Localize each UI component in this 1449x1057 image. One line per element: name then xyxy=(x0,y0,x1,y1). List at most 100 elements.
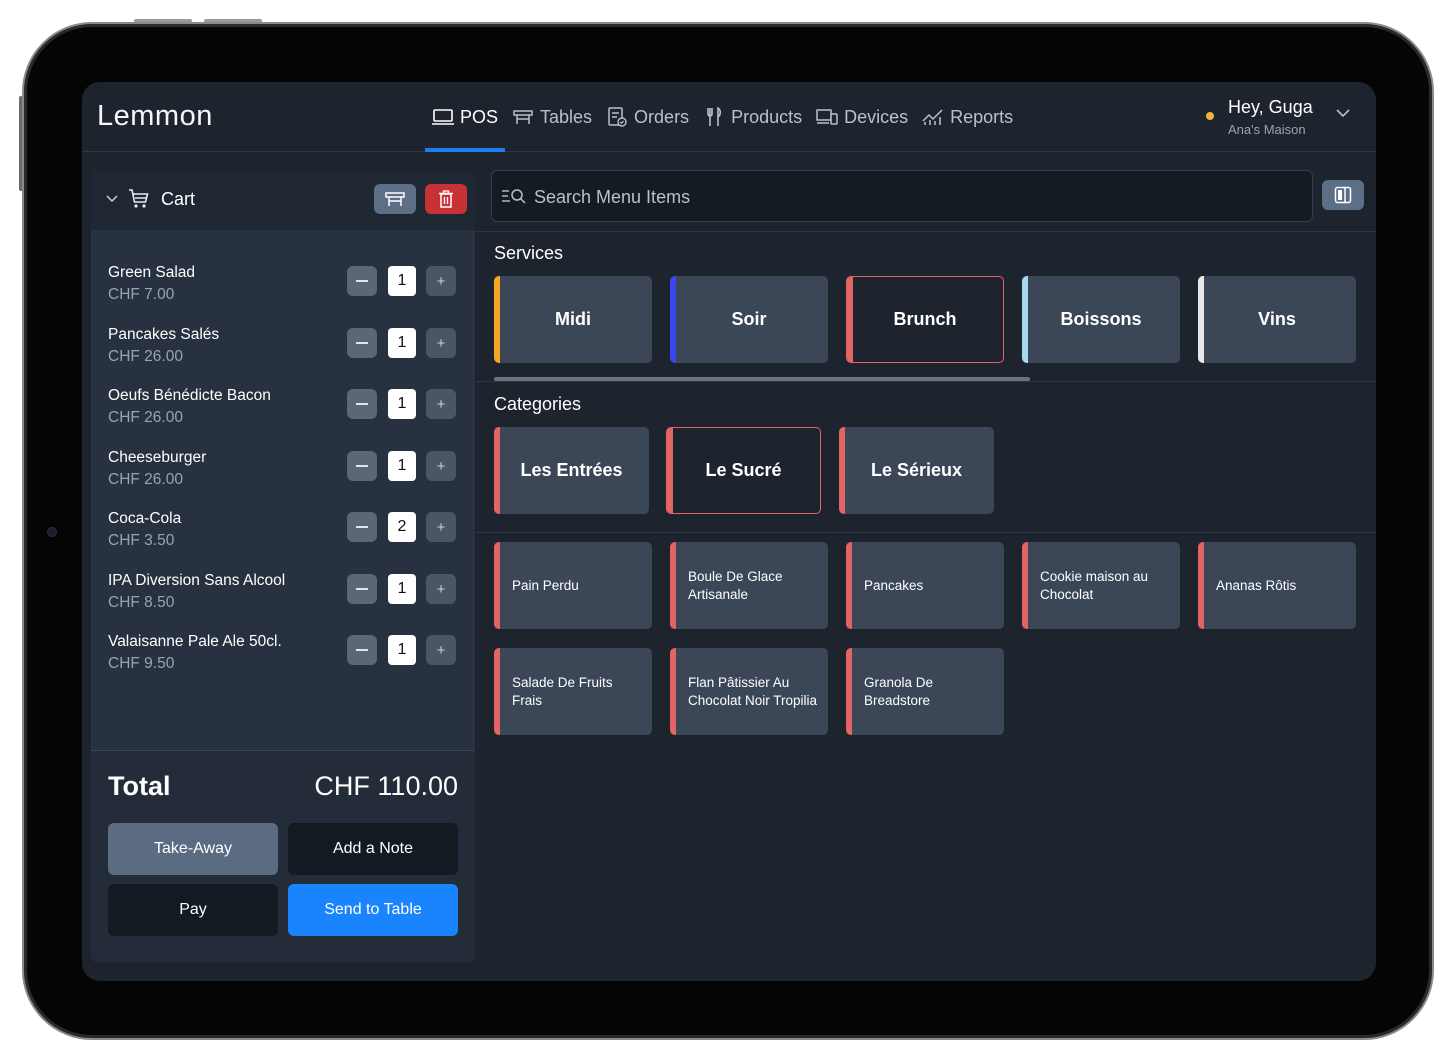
nav-products-label: Products xyxy=(731,106,803,127)
trash-icon xyxy=(439,190,453,208)
color-bar xyxy=(670,648,676,735)
cart-item: Coca-Cola CHF 3.50 2 + xyxy=(108,510,463,562)
minus-icon xyxy=(356,526,368,528)
chevron-down-icon[interactable] xyxy=(1332,102,1354,124)
cart-footer: Total CHF 110.00 Take-Away Add a Note Pa… xyxy=(91,750,475,962)
color-bar xyxy=(667,428,673,513)
increase-qty-button[interactable]: + xyxy=(426,266,456,296)
service-label: Boissons xyxy=(1060,309,1142,329)
add-note-button[interactable]: Add a Note xyxy=(288,823,458,875)
service-vins[interactable]: Vins xyxy=(1198,276,1356,363)
category-le-serieux[interactable]: Le Sérieux xyxy=(839,427,994,514)
service-label: Brunch xyxy=(893,309,957,329)
category-label: Le Sucré xyxy=(705,460,782,480)
cart-item-name: Pancakes Salés xyxy=(108,326,220,343)
nav-devices[interactable]: Devices xyxy=(809,82,915,152)
decrease-qty-button[interactable] xyxy=(347,512,377,542)
product-tile[interactable]: Cookie maison au Chocolat xyxy=(1022,542,1180,629)
product-label: Boule De Glace Artisanale xyxy=(688,568,783,602)
product-label: Cookie maison au Chocolat xyxy=(1040,568,1149,602)
cart-item-price: CHF 3.50 xyxy=(108,532,175,549)
nav-devices-label: Devices xyxy=(844,106,909,127)
decrease-qty-button[interactable] xyxy=(347,328,377,358)
cart-item: Pancakes Salés CHF 26.00 1 + xyxy=(108,326,463,378)
qty-value[interactable]: 1 xyxy=(388,451,416,481)
service-boissons[interactable]: Boissons xyxy=(1022,276,1180,363)
service-label: Soir xyxy=(731,309,767,329)
product-tile[interactable]: Pain Perdu xyxy=(494,542,652,629)
send-to-table-button[interactable]: Send to Table xyxy=(288,884,458,936)
color-bar xyxy=(670,542,676,629)
increase-qty-button[interactable]: + xyxy=(426,635,456,665)
columns-icon xyxy=(1334,186,1352,204)
decrease-qty-button[interactable] xyxy=(347,635,377,665)
minus-icon xyxy=(356,342,368,344)
qty-value[interactable]: 2 xyxy=(388,512,416,542)
increase-qty-button[interactable]: + xyxy=(426,574,456,604)
cart-item: Valaisanne Pale Ale 50cl. CHF 9.50 1 + xyxy=(108,633,463,685)
table-icon xyxy=(512,106,534,128)
cart-item: Cheeseburger CHF 26.00 1 + xyxy=(108,449,463,501)
decrease-qty-button[interactable] xyxy=(347,389,377,419)
increase-qty-button[interactable]: + xyxy=(426,389,456,419)
decrease-qty-button[interactable] xyxy=(347,451,377,481)
cart-item-name: IPA Diversion Sans Alcool xyxy=(108,572,286,589)
laptop-icon xyxy=(432,106,454,128)
service-midi[interactable]: Midi xyxy=(494,276,652,363)
nav-orders-label: Orders xyxy=(634,106,690,127)
collapse-chevron-icon[interactable] xyxy=(105,191,119,210)
pay-button[interactable]: Pay xyxy=(108,884,278,936)
color-bar xyxy=(670,276,676,363)
divider xyxy=(476,532,1376,533)
decrease-qty-button[interactable] xyxy=(347,574,377,604)
increase-qty-button[interactable]: + xyxy=(426,328,456,358)
qty-value[interactable]: 1 xyxy=(388,574,416,604)
cart-item-name: Green Salad xyxy=(108,264,196,281)
nav-reports[interactable]: Reports xyxy=(915,82,1020,152)
service-brunch[interactable]: Brunch xyxy=(846,276,1004,363)
increase-qty-button[interactable]: + xyxy=(426,451,456,481)
minus-icon xyxy=(356,649,368,651)
cart-item-price: CHF 9.50 xyxy=(108,655,175,672)
color-bar xyxy=(494,648,500,735)
color-bar xyxy=(1022,276,1028,363)
qty-value[interactable]: 1 xyxy=(388,328,416,358)
table-icon xyxy=(385,192,405,206)
clear-cart-button[interactable] xyxy=(425,184,467,214)
decrease-qty-button[interactable] xyxy=(347,266,377,296)
nav-orders[interactable]: Orders xyxy=(599,82,696,152)
category-les-entrees[interactable]: Les Entrées xyxy=(494,427,649,514)
qty-value[interactable]: 1 xyxy=(388,266,416,296)
toggle-layout-button[interactable] xyxy=(1322,180,1364,210)
assign-table-button[interactable] xyxy=(374,184,416,214)
category-label: Les Entrées xyxy=(520,460,623,480)
product-label: Salade De Fruits Frais xyxy=(512,674,613,708)
total-value: CHF 110.00 xyxy=(314,771,458,801)
color-bar xyxy=(1198,542,1204,629)
cart-item-price: CHF 7.00 xyxy=(108,286,175,303)
product-tile[interactable]: Granola De Breadstore xyxy=(846,648,1004,735)
cart-title: Cart xyxy=(161,189,196,209)
category-le-sucre[interactable]: Le Sucré xyxy=(666,427,821,514)
qty-value[interactable]: 1 xyxy=(388,635,416,665)
qty-value[interactable]: 1 xyxy=(388,389,416,419)
search-input[interactable] xyxy=(534,184,1234,210)
nav-pos[interactable]: POS xyxy=(425,82,506,152)
category-label: Le Sérieux xyxy=(870,460,963,480)
color-bar xyxy=(494,276,500,363)
product-tile[interactable]: Ananas Rôtis xyxy=(1198,542,1356,629)
nav-products[interactable]: Products xyxy=(696,82,809,152)
orders-icon xyxy=(606,106,628,128)
brand-logo: Lemmon xyxy=(97,100,213,132)
nav-tables[interactable]: Tables xyxy=(505,82,599,152)
cart-item-name: Oeufs Bénédicte Bacon xyxy=(108,387,271,404)
service-soir[interactable]: Soir xyxy=(670,276,828,363)
product-tile[interactable]: Pancakes xyxy=(846,542,1004,629)
camera xyxy=(47,527,57,537)
product-label: Flan Pâtissier Au Chocolat Noir Tropilia xyxy=(688,674,818,708)
product-tile[interactable]: Flan Pâtissier Au Chocolat Noir Tropilia xyxy=(670,648,828,735)
increase-qty-button[interactable]: + xyxy=(426,512,456,542)
take-away-button[interactable]: Take-Away xyxy=(108,823,278,875)
product-tile[interactable]: Boule De Glace Artisanale xyxy=(670,542,828,629)
product-tile[interactable]: Salade De Fruits Frais xyxy=(494,648,652,735)
